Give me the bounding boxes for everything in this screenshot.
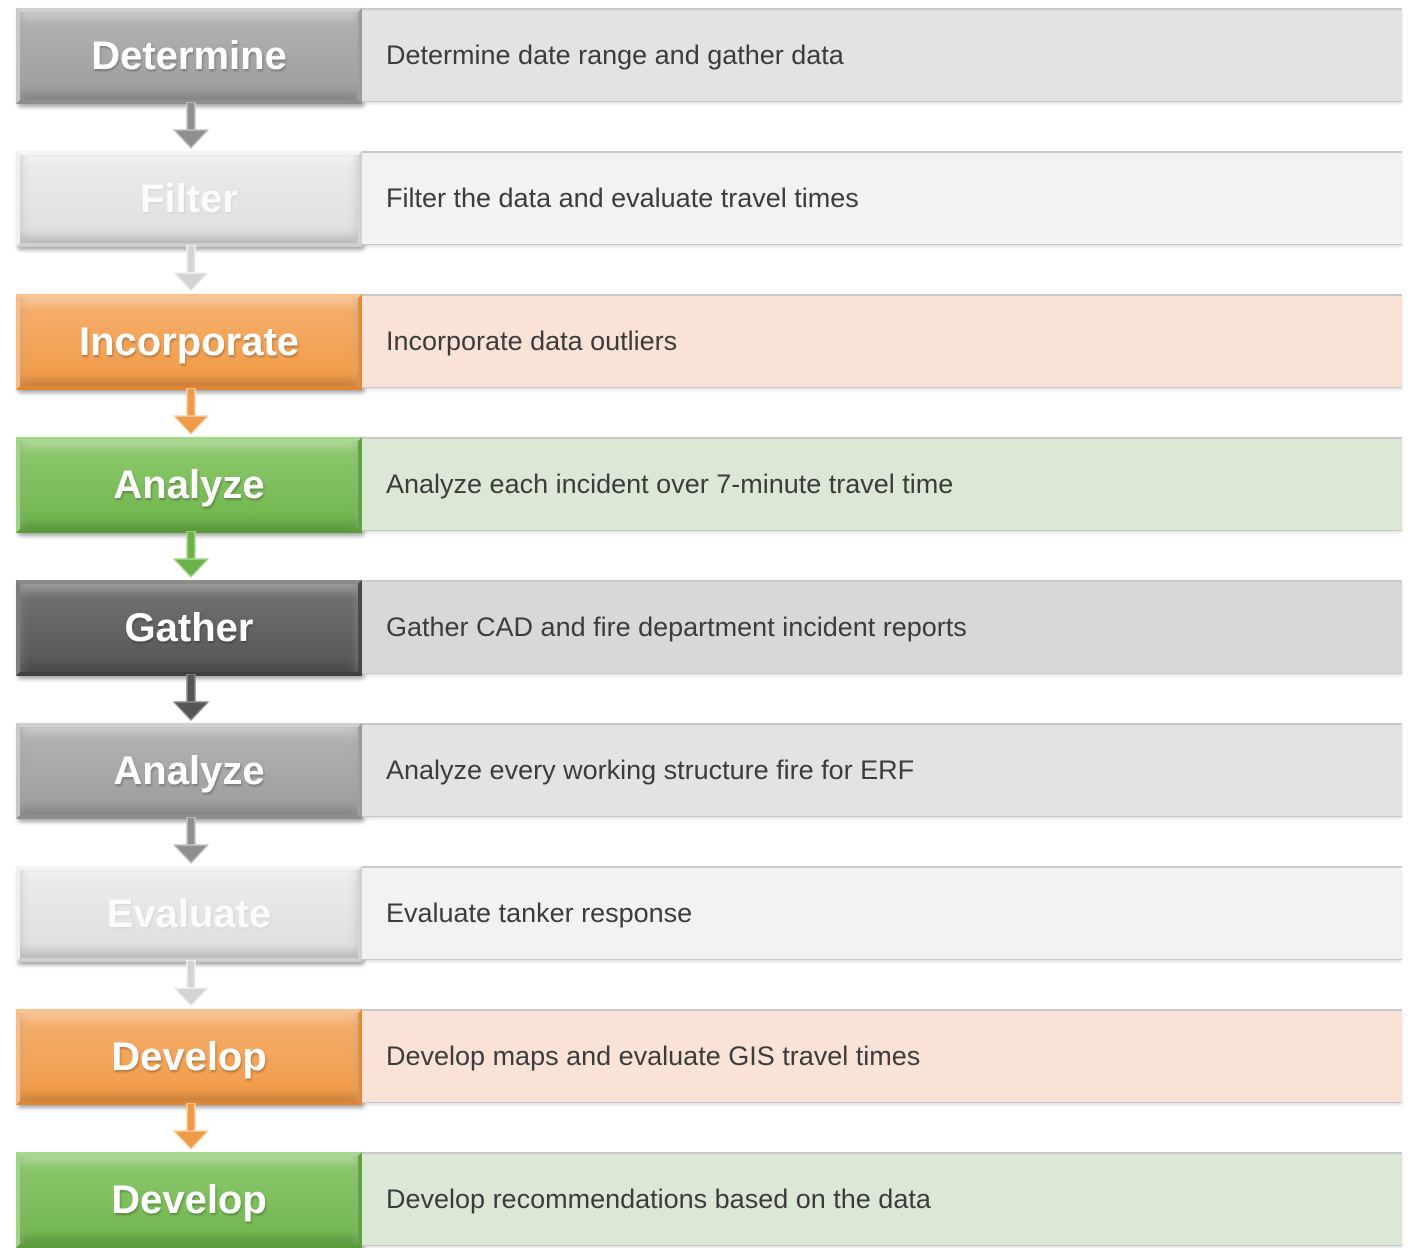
process-step: Incorporate Incorporate data outliers: [16, 294, 1404, 390]
step-description: Develop recommendations based on the dat…: [362, 1152, 1402, 1246]
down-arrow-icon: [173, 1103, 209, 1150]
down-arrow-icon: [173, 388, 209, 435]
step-label: Develop: [16, 1009, 362, 1105]
process-step: Filter Filter the data and evaluate trav…: [16, 151, 1404, 247]
down-arrow-icon: [173, 960, 209, 1007]
step-description: Analyze each incident over 7-minute trav…: [362, 437, 1402, 531]
step-description: Develop maps and evaluate GIS travel tim…: [362, 1009, 1402, 1103]
process-step: Evaluate Evaluate tanker response: [16, 866, 1404, 962]
down-arrow-icon: [173, 817, 209, 864]
process-flow-diagram: Determine Determine date range and gathe…: [0, 0, 1414, 1248]
down-arrow-icon: [173, 245, 209, 292]
step-description: Evaluate tanker response: [362, 866, 1402, 960]
process-step: Analyze Analyze each incident over 7-min…: [16, 437, 1404, 533]
step-label: Develop: [16, 1152, 362, 1248]
process-step: Analyze Analyze every working structure …: [16, 723, 1404, 819]
down-arrow-icon: [173, 674, 209, 721]
step-label: Incorporate: [16, 294, 362, 390]
step-label: Gather: [16, 580, 362, 676]
down-arrow-icon: [173, 102, 209, 149]
step-label: Analyze: [16, 437, 362, 533]
step-description: Filter the data and evaluate travel time…: [362, 151, 1402, 245]
down-arrow-icon: [173, 531, 209, 578]
process-step: Determine Determine date range and gathe…: [16, 8, 1404, 104]
process-step: Develop Develop recommendations based on…: [16, 1152, 1404, 1248]
step-label: Filter: [16, 151, 362, 247]
step-description: Determine date range and gather data: [362, 8, 1402, 102]
step-description: Incorporate data outliers: [362, 294, 1402, 388]
process-step: Gather Gather CAD and fire department in…: [16, 580, 1404, 676]
step-label: Determine: [16, 8, 362, 104]
process-step: Develop Develop maps and evaluate GIS tr…: [16, 1009, 1404, 1105]
step-description: Analyze every working structure fire for…: [362, 723, 1402, 817]
step-description: Gather CAD and fire department incident …: [362, 580, 1402, 674]
step-label: Analyze: [16, 723, 362, 819]
step-label: Evaluate: [16, 866, 362, 962]
